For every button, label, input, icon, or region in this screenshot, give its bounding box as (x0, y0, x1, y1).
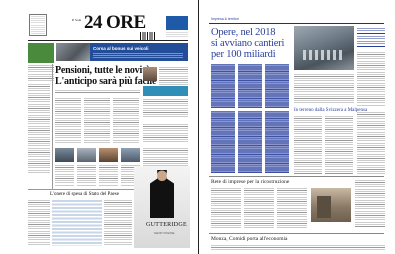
right-header-tag: Impresa & territori (211, 17, 239, 21)
masthead-name: ORE (106, 12, 146, 33)
photo-2 (77, 148, 96, 162)
graphic-column-1 (211, 64, 235, 108)
highway-vehicles (303, 50, 343, 60)
right-bottom-heading: Monza, Comidi porta all'economia (211, 236, 288, 242)
graphic-column-5 (238, 111, 262, 173)
right-lower-heading: Rete di imprese per la ricostruzione (211, 179, 290, 185)
bottom-heading: L'onere di spesa di Stato del Paese (50, 192, 119, 197)
right-headline-line1: Opere, nel 2018 (211, 27, 276, 38)
main-headline-line2: L'anticipo sarà più facile (55, 76, 157, 87)
photo-3 (99, 148, 118, 162)
left-colored-box (28, 43, 54, 63)
graphic-column-3 (265, 64, 289, 108)
masthead-prefix: Il Sole (72, 18, 82, 22)
photo-1 (55, 148, 74, 162)
right-newspaper-page: Impresa & territori Opere, nel 2018 si a… (199, 0, 395, 254)
right-teal-panel (143, 86, 188, 96)
banner-photo (56, 43, 90, 61)
masthead-number: 24 (84, 12, 103, 33)
ad-sub: SHOP ONLINE (154, 231, 175, 235)
barcode (140, 32, 156, 40)
right-column-photo (143, 67, 157, 81)
building-photo-detail (317, 196, 331, 218)
photo-4 (121, 148, 140, 162)
left-newspaper-page: Il Sole 24 ORE Corsa al bonus sui veicol… (0, 0, 198, 254)
graphic-column-6 (265, 111, 289, 173)
masthead-rule (28, 40, 188, 41)
ad-brand: GUTTERIDGE (146, 222, 187, 228)
main-headline-line1: Pensioni, tutte le novità (55, 65, 150, 76)
right-headline-line2: si avviano cantieri (211, 38, 285, 49)
data-table (52, 200, 102, 246)
banner-text: Corsa al bonus sui veicoli (93, 46, 149, 51)
top-right-badge (166, 16, 188, 30)
right-headline-line3: per 100 miliardi (211, 49, 276, 60)
graphic-column-2 (238, 64, 262, 108)
highway-photo (294, 26, 354, 70)
graphic-column-4 (211, 111, 235, 173)
